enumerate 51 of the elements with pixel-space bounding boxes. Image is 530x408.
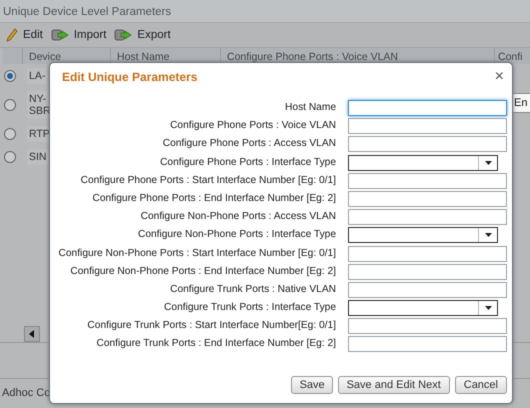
input-field[interactable] (348, 190, 507, 207)
column-header: Confi (497, 50, 524, 64)
field-label: Configure Phone Ports : Interface Type (160, 156, 336, 170)
input-field[interactable] (348, 209, 507, 226)
field-label: Configure Trunk Ports : End Interface Number [Eg: 2] (96, 337, 336, 352)
radio-button[interactable] (4, 128, 16, 140)
field-label: Configure Trunk Ports : Native VLAN (170, 282, 336, 297)
input-field[interactable] (348, 282, 507, 298)
input-field[interactable] (348, 246, 507, 262)
input-field[interactable] (348, 172, 507, 189)
import-icon (50, 29, 69, 41)
dialog-button[interactable]: Save (290, 376, 333, 394)
dropdown[interactable] (348, 227, 498, 244)
toolbar-button[interactable]: Export (114, 29, 171, 41)
dialog-button[interactable]: Save and Edit Next (338, 376, 450, 394)
field-label: Configure Non-Phone Ports : End Interface Number [Eg: 2] (70, 264, 336, 279)
export-icon (114, 29, 132, 41)
field-label: Host Name (285, 101, 336, 115)
panel-title: Unique Device Level Parameters (0, 0, 530, 23)
radio-button[interactable] (4, 98, 16, 110)
input-field[interactable] (348, 336, 507, 352)
dropdown[interactable] (348, 300, 498, 316)
toolbar-button[interactable]: Edit (6, 28, 43, 42)
input-field[interactable] (348, 318, 507, 334)
field-label: Configure Trunk Ports : Start Interface Number[Eg: 0/1] (87, 319, 336, 334)
dropdown[interactable] (348, 154, 498, 171)
radio-button[interactable] (4, 70, 16, 82)
field-label: Configure Non-Phone Ports : Interface Type (138, 228, 336, 242)
dialog-button[interactable]: Cancel (454, 376, 507, 394)
pencil-icon (6, 28, 18, 42)
field-label: Configure Trunk Ports : Interface Type (164, 301, 336, 316)
scroll-left-icon[interactable] (24, 326, 40, 342)
input-field[interactable] (348, 136, 507, 152)
close-button[interactable]: × (494, 70, 504, 84)
toolbar-button[interactable]: Import (50, 29, 106, 41)
input-field[interactable] (348, 264, 507, 280)
dropdown-arrow-icon (484, 233, 492, 238)
field-label: Configure Non-Phone Ports : Start Interface Number [Eg: 0/1] (58, 246, 336, 260)
radio-button[interactable] (4, 150, 16, 162)
input-field[interactable] (348, 118, 507, 134)
field-label: Configure Phone Ports : Voice VLAN (170, 119, 336, 134)
dropdown-arrow-icon (484, 160, 492, 165)
table-cell: LA- (27, 68, 48, 84)
input-field[interactable] (348, 100, 507, 116)
field-label: Configure Phone Ports : End Interface Number [Eg: 2] (92, 192, 336, 206)
dialog-title: Edit Unique Parameters (62, 70, 198, 84)
field-label: Configure Phone Ports : Access VLAN (162, 137, 336, 152)
field-label: Configure Phone Ports : Start Interface Number [Eg: 0/1] (80, 174, 336, 188)
field-label: Configure Non-Phone Ports : Access VLAN (140, 210, 336, 224)
table-cell: SIN (27, 148, 49, 164)
dropdown-arrow-icon (484, 306, 492, 310)
